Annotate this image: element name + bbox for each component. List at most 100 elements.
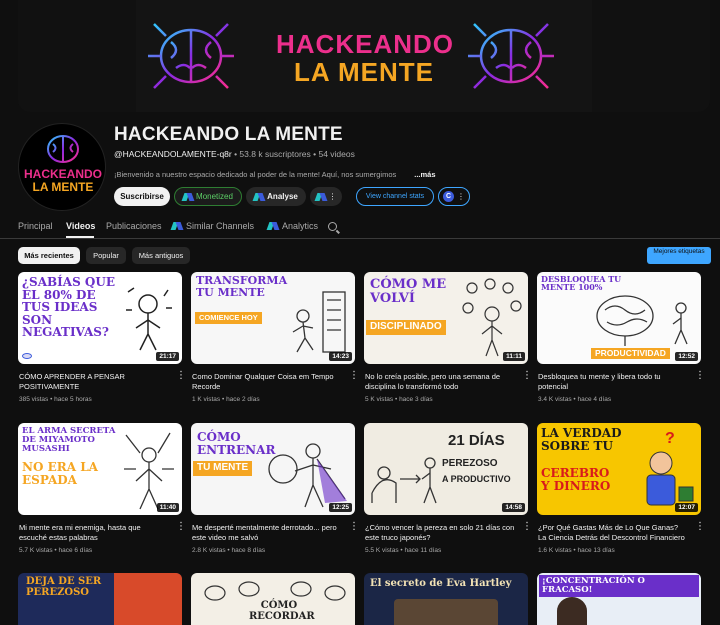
video-menu-icon[interactable]: ⋮ xyxy=(695,522,705,532)
thumbnail-text-a: EL ARMA SECRETA DE MIYAMOTO MUSASHI xyxy=(22,426,116,454)
thumbnail-text-b: PEREZOSO xyxy=(442,458,498,469)
tab-similar-channels[interactable]: Similar Channels xyxy=(172,221,254,231)
tab-publicaciones[interactable]: Publicaciones xyxy=(106,221,162,231)
tab-principal[interactable]: Principal xyxy=(18,221,53,231)
extension-menu-button[interactable]: C ⋮ xyxy=(438,187,470,206)
thumbnail-text-b: PRODUCTIVIDAD xyxy=(591,348,670,359)
video-menu-icon[interactable]: ⋮ xyxy=(695,371,705,381)
video-menu-icon[interactable]: ⋮ xyxy=(522,522,532,532)
chip-oldest[interactable]: Más antiguos xyxy=(132,247,190,264)
video-thumbnail[interactable]: ¿SABÍAS QUE EL 80% DE TUS IDEAS SON NEGA… xyxy=(18,272,182,364)
video-thumbnail[interactable]: DESBLOQUEA TU MENTE 100% PRODUCTIVIDAD 1… xyxy=(537,272,701,364)
video-menu-icon[interactable]: ⋮ xyxy=(349,371,359,381)
channel-description[interactable]: ¡Bienvenido a nuestro espacio dedicado a… xyxy=(114,170,454,179)
video-meta: 1.6 K vistas • hace 13 días xyxy=(538,547,615,554)
thumbnail-art xyxy=(114,573,182,625)
video-meta: 3.4 K vistas • hace 4 días xyxy=(538,396,612,403)
thumbnail-text-a: CÓMO ME VOLVÍ xyxy=(370,277,447,306)
video-duration: 12:52 xyxy=(675,352,698,361)
more-link[interactable]: ...más xyxy=(414,170,435,179)
vidiq-more-button[interactable]: ⋮ xyxy=(310,187,342,206)
svg-text:?: ? xyxy=(665,430,675,447)
thumbnail-text-b: TU MENTE xyxy=(193,461,253,476)
video-thumbnail[interactable]: LA VERDAD SOBRE TU CEREBRO Y DINERO ? 12… xyxy=(537,423,701,515)
channel-meta: @HACKEANDOLAMENTE-q8r • 53.8 k suscripto… xyxy=(114,149,355,159)
video-duration: 14:23 xyxy=(329,352,352,361)
video-title[interactable]: CÓMO APRENDER A PENSAR POSITIVAMENTE xyxy=(19,372,169,392)
thumbnail-text: ¡CONCENTRACIÓN O FRACASO! xyxy=(539,575,699,597)
video-thumbnail[interactable]: ¡CONCENTRACIÓN O FRACASO! xyxy=(537,573,701,625)
video-thumbnail[interactable]: CÓMO ENTRENAR TU MENTE 12:25 xyxy=(191,423,355,515)
video-title[interactable]: No lo creía posible, pero una semana de … xyxy=(365,372,515,392)
thumbnail-text-c: A PRODUCTIVO xyxy=(442,474,511,484)
analytics-label: Analytics xyxy=(282,221,319,231)
lazy-to-productive-icon xyxy=(371,457,437,504)
video-thumbnail[interactable]: 21 DÍAS PEREZOSO A PRODUCTIVO 14:58 xyxy=(364,423,528,515)
monetized-label: Monetized xyxy=(196,192,233,201)
hero-figure-icon xyxy=(268,443,347,508)
brain-right-icon xyxy=(468,23,554,89)
chip-most-recent[interactable]: Más recientes xyxy=(18,247,80,264)
video-thumbnail[interactable]: CÓMO ME VOLVÍ DISCIPLINADO 11:11 xyxy=(364,272,528,364)
book-art xyxy=(394,599,498,625)
video-meta: 1 K vistas • hace 2 días xyxy=(192,396,260,403)
tab-analytics[interactable]: Analytics xyxy=(268,221,318,231)
thumbnail-text-b: NO ERA LA ESPADA xyxy=(22,460,98,487)
lightbulbs-figure-icon xyxy=(462,278,522,357)
person-art xyxy=(557,597,587,625)
video-thumbnail[interactable]: DEJA DE SER PEREZOSO xyxy=(18,573,182,625)
thumbnail-text-b: COMIENCE HOY xyxy=(195,312,262,324)
video-menu-icon[interactable]: ⋮ xyxy=(522,371,532,381)
thumbnail-text-a: LA VERDAD SOBRE TU xyxy=(541,426,622,453)
video-title[interactable]: Desbloquea tu mente y libera todo tu pot… xyxy=(538,372,688,392)
monetized-badge[interactable]: Monetized xyxy=(174,187,242,206)
video-thumbnail[interactable]: TRANSFORMA TU MENTE COMIENCE HOY 14:23 xyxy=(191,272,355,364)
avatar-brain-icon xyxy=(47,135,79,163)
video-duration: 11:11 xyxy=(503,352,525,361)
video-title[interactable]: ¿Cómo vencer la pereza en solo 21 días c… xyxy=(365,523,515,543)
search-icon xyxy=(328,222,337,231)
channel-stats-text: • 53.8 k suscriptores • 54 videos xyxy=(231,149,355,159)
video-thumbnail[interactable]: El secreto de Eva Hartley xyxy=(364,573,528,625)
channel-avatar[interactable]: HACKEANDO LA MENTE xyxy=(18,123,106,211)
channel-title: HACKEANDO LA MENTE xyxy=(114,124,343,145)
video-meta: 5 K vistas • hace 3 días xyxy=(365,396,433,403)
video-duration: 21:17 xyxy=(156,352,179,361)
video-menu-icon[interactable]: ⋮ xyxy=(349,522,359,532)
tab-videos[interactable]: Videos xyxy=(66,221,95,231)
running-figure-icon xyxy=(292,291,346,353)
samurai-figure-icon xyxy=(124,432,174,510)
similar-channels-label: Similar Channels xyxy=(186,221,255,231)
video-meta: 5.7 K vistas • hace 6 días xyxy=(19,547,93,554)
confused-man-icon: ? xyxy=(646,430,694,506)
better-tags-button[interactable]: Mejores etiquetas xyxy=(647,247,711,264)
subscribe-button[interactable]: Suscribirse xyxy=(114,187,170,206)
video-title[interactable]: Me desperté mentalmente derrotado... per… xyxy=(192,523,342,543)
analyse-button[interactable]: Analyse xyxy=(246,187,306,206)
video-thumbnail[interactable]: EL ARMA SECRETA DE MIYAMOTO MUSASHI NO E… xyxy=(18,423,182,515)
video-duration: 12:25 xyxy=(329,503,352,512)
video-title[interactable]: ¿Por Qué Gastas Más de Lo Que Ganas? La … xyxy=(538,523,688,543)
vidiq-icon xyxy=(316,193,326,201)
vidiq-icon xyxy=(172,222,182,230)
vidiq-icon xyxy=(268,222,278,230)
avatar-line2: LA MENTE xyxy=(32,180,94,194)
video-menu-icon[interactable]: ⋮ xyxy=(176,371,186,381)
chip-popular[interactable]: Popular xyxy=(86,247,126,264)
video-thumbnail[interactable]: CÓMO RECORDAR xyxy=(191,573,355,625)
channel-logo-icon xyxy=(22,353,32,359)
video-title[interactable]: Mi mente era mi enemiga, hasta que escuc… xyxy=(19,523,169,543)
banner-art: HACKEANDO LA MENTE xyxy=(136,0,592,112)
thumbnail-text-b: DISCIPLINADO xyxy=(366,320,446,335)
thumbnail-text-a: CÓMO ENTRENAR xyxy=(197,430,276,457)
video-menu-icon[interactable]: ⋮ xyxy=(176,522,186,532)
view-channel-stats-button[interactable]: View channel stats xyxy=(356,187,434,206)
thumbnail-text: DEJA DE SER PEREZOSO xyxy=(26,576,102,598)
thumbnail-text-a: 21 DÍAS xyxy=(448,432,505,449)
channel-handle[interactable]: @HACKEANDOLAMENTE-q8r xyxy=(114,149,232,159)
brain-left-icon xyxy=(148,23,234,89)
vidiq-icon xyxy=(254,193,264,201)
video-title[interactable]: Como Dominar Qualquer Coisa em Tempo Rec… xyxy=(192,372,342,392)
channel-search-button[interactable] xyxy=(328,222,337,231)
thumbnail-text-a: TRANSFORMA TU MENTE xyxy=(196,274,288,299)
